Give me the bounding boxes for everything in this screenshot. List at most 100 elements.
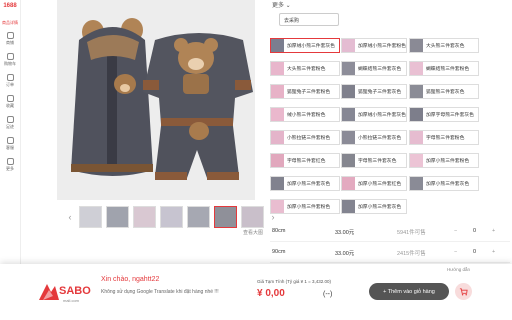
- variant-label: 小熊拉链三件套粉色: [287, 136, 331, 141]
- variant-label: 字母熊三件套粉色: [426, 136, 465, 141]
- size-row: 90cm 33.00元 2415件可售 − 0 +: [270, 243, 510, 263]
- variant-thumbnail: [410, 85, 423, 98]
- quantity-input[interactable]: 0: [473, 249, 476, 255]
- variant-label: 加厚小熊三件套粉色: [287, 205, 331, 210]
- greeting-text: Xin chào, ngahtt22: [101, 276, 160, 283]
- rail-home[interactable]: 商品详情: [0, 20, 20, 26]
- variant-thumbnail: [342, 62, 355, 75]
- variant-thumbnail: [271, 108, 284, 121]
- variant-label: 绒小熊三件套粉色: [287, 113, 326, 118]
- rail-item-icon: [6, 137, 14, 144]
- decrease-qty-button[interactable]: −: [454, 249, 457, 255]
- main-product-image[interactable]: [57, 0, 255, 200]
- color-variant-chip[interactable]: 加厚小熊三件套灰色: [270, 176, 340, 191]
- placeholder-value: (--): [323, 291, 333, 298]
- size-label: 90cm: [272, 249, 286, 255]
- sabo-logo[interactable]: SABO mall.com: [37, 278, 91, 306]
- color-variant-chip[interactable]: 小熊拉链三件套粉色: [270, 130, 340, 145]
- rail-item-label: 足迹: [6, 124, 14, 129]
- variant-thumbnail: [410, 154, 423, 167]
- variant-label: 加厚字母熊三件套灰色: [426, 113, 474, 118]
- rail-item[interactable]: 收藏: [0, 95, 20, 116]
- variant-thumbnail: [271, 85, 284, 98]
- variant-thumbnail: [342, 154, 355, 167]
- color-variant-chip[interactable]: 蝴蝶结熊三件套粉色: [409, 61, 479, 76]
- color-variant-chip[interactable]: 加厚小熊三件套粉色: [409, 153, 479, 168]
- color-variant-chip[interactable]: 字母熊三件套灰色: [341, 153, 407, 168]
- cart-button[interactable]: [455, 283, 472, 300]
- variant-label: 蝴蝶结熊三件套粉色: [426, 67, 470, 72]
- rail-item-label: 订单: [6, 82, 14, 87]
- increase-qty-button[interactable]: +: [492, 228, 495, 234]
- variant-label: 字母熊三件套灰色: [358, 159, 397, 164]
- decrease-qty-button[interactable]: −: [454, 228, 457, 234]
- color-variant-chip[interactable]: 蝴蝶结熊三件套灰色: [341, 61, 407, 76]
- rail-item[interactable]: 足迹: [0, 116, 20, 137]
- site-logo[interactable]: 1688: [0, 0, 20, 9]
- thumbnail[interactable]: [214, 206, 237, 228]
- color-variant-chip[interactable]: 小熊拉链三件套灰色: [341, 130, 407, 145]
- rail-item[interactable]: 客服: [0, 137, 20, 158]
- variant-thumbnail: [410, 62, 423, 75]
- color-variant-chip[interactable]: 绒小熊三件套粉色: [270, 107, 340, 122]
- color-variant-chip[interactable]: 大头熊三件套粉色: [270, 61, 340, 76]
- variant-thumbnail: [271, 177, 284, 190]
- purchase-dropdown[interactable]: 去采购: [279, 13, 339, 26]
- thumbnail[interactable]: [160, 206, 183, 228]
- rail-item-label: 购物车: [4, 61, 16, 66]
- thumbnail[interactable]: [106, 206, 129, 228]
- color-variant-chip[interactable]: 加厚小熊三件套粉色: [270, 199, 340, 214]
- variant-thumbnail: [271, 131, 284, 144]
- increase-qty-button[interactable]: +: [492, 249, 495, 255]
- rail-item[interactable]: 订单: [0, 74, 20, 95]
- color-variant-chip[interactable]: 大头熊三件套灰色: [409, 38, 479, 53]
- size-row: 80cm 33.00元 5941件可售 − 0 +: [270, 222, 510, 242]
- stock-count: 5941件可售: [397, 230, 426, 236]
- unit-price: 33.00元: [335, 230, 355, 236]
- color-variant-chip[interactable]: 加厚绒小熊三件套灰色: [270, 38, 340, 53]
- rail-item[interactable]: 商铺: [0, 32, 20, 53]
- thumbnail[interactable]: [79, 206, 102, 228]
- variant-label: 加厚小熊三件套灰色: [358, 205, 402, 210]
- color-variant-chip[interactable]: 加厚小熊三件套红色: [341, 176, 407, 191]
- color-variant-chip[interactable]: 加厚绒小熊三件套粉色: [341, 38, 407, 53]
- variant-label: 蝴蝶结熊三件套灰色: [358, 67, 402, 72]
- color-variant-chip[interactable]: 加厚小熊三件套灰色: [409, 176, 479, 191]
- prev-thumb-arrow-icon[interactable]: ‹: [66, 212, 74, 222]
- sabo-brand-sub: mall.com: [63, 298, 80, 303]
- color-variant-chip[interactable]: 字母熊三件套红色: [270, 153, 340, 168]
- rail-item[interactable]: 购物车: [0, 53, 20, 74]
- add-to-cart-button[interactable]: + Thêm vào giỏ hàng: [369, 283, 449, 300]
- variant-thumbnail: [271, 154, 284, 167]
- color-variant-chip[interactable]: 狐狸熊三件套灰色: [409, 84, 479, 99]
- more-menu[interactable]: 更多 ⌄: [272, 0, 291, 9]
- rail-item[interactable]: 更多: [0, 158, 20, 179]
- color-variant-chip[interactable]: 狐狸兔子三件套灰色: [341, 84, 407, 99]
- guide-link[interactable]: Hướng dẫn: [447, 267, 470, 272]
- color-variant-chip[interactable]: 狐狸兔子三件套粉色: [270, 84, 340, 99]
- color-variant-chip[interactable]: 字母熊三件套粉色: [409, 130, 479, 145]
- thumbnail-strip: ‹ ›: [66, 206, 277, 228]
- variant-label: 狐狸熊三件套灰色: [426, 90, 465, 95]
- rail-item-label: 客服: [6, 145, 14, 150]
- view-large-link[interactable]: 查看大图: [243, 229, 263, 236]
- thumbnail[interactable]: [241, 206, 264, 228]
- variant-label: 加厚绒小熊三件套灰色: [287, 44, 335, 49]
- color-variant-chip[interactable]: 加厚小熊三件套灰色: [341, 199, 407, 214]
- color-variant-chip[interactable]: 加厚绒小熊三件套灰色: [341, 107, 407, 122]
- rail-item-label: 收藏: [6, 103, 14, 108]
- variant-thumbnail: [342, 131, 355, 144]
- sabo-order-bar: SABO mall.com Xin chào, ngahtt22 Không s…: [0, 264, 512, 320]
- variant-thumbnail: [271, 200, 284, 213]
- thumbnail[interactable]: [133, 206, 156, 228]
- color-variant-chip[interactable]: 加厚字母熊三件套灰色: [409, 107, 479, 122]
- rail-item-icon: [6, 116, 14, 123]
- quantity-input[interactable]: 0: [473, 228, 476, 234]
- thumbnail[interactable]: [187, 206, 210, 228]
- variant-thumbnail: [342, 39, 355, 52]
- rail-item-label: 商铺: [6, 40, 14, 45]
- rail-item-icon: [6, 95, 14, 102]
- variant-label: 加厚绒小熊三件套粉色: [358, 44, 406, 49]
- total-price: ¥ 0,00: [257, 288, 285, 299]
- temp-price-label: Giá Tạm Tính (Tỷ giá ¥ 1 = 3,432.00): [257, 279, 331, 284]
